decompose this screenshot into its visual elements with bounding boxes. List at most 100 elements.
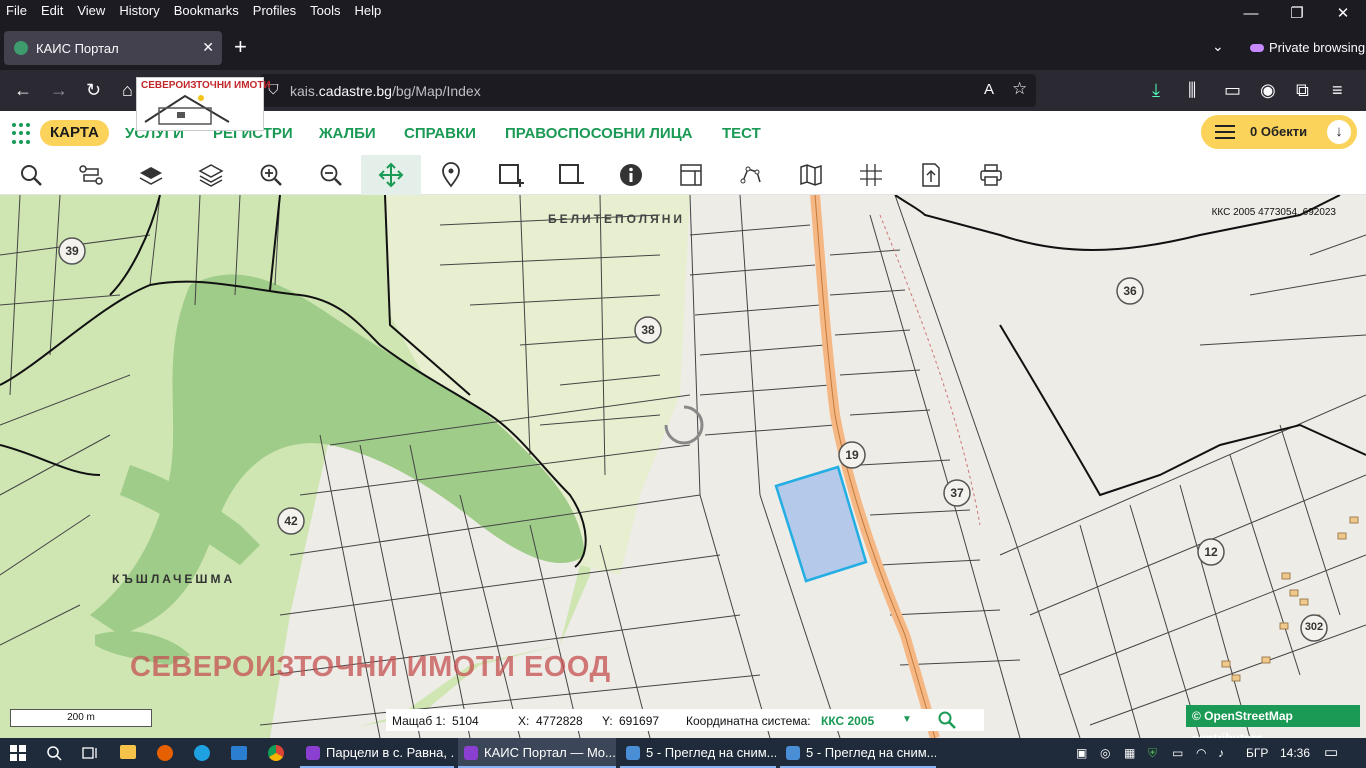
language-indicator[interactable]: БГР: [1246, 738, 1268, 768]
marker-tool[interactable]: [421, 155, 481, 195]
objects-button[interactable]: 0 Обекти ↓: [1201, 115, 1357, 149]
zone-label: 302: [1304, 621, 1324, 633]
zone-label: 19: [845, 448, 859, 462]
notification-icon[interactable]: ▭: [1324, 738, 1338, 768]
crs-dropdown-icon[interactable]: ▼: [902, 714, 912, 725]
menu-view[interactable]: View: [71, 0, 113, 22]
library-icon[interactable]: ⫼: [1188, 78, 1196, 102]
route-icon: [79, 165, 103, 185]
grid-tool[interactable]: [841, 155, 901, 195]
coordinates-readout: ККС 2005 4773054, 692023: [1211, 207, 1336, 218]
vpn-tray-icon[interactable]: ◎: [1100, 738, 1110, 768]
zone-label: 42: [284, 514, 298, 528]
search-taskbar-icon[interactable]: [46, 745, 62, 761]
menu-file[interactable]: File: [0, 0, 35, 22]
select-add-tool[interactable]: [481, 155, 541, 195]
edge-icon[interactable]: [194, 745, 210, 761]
firefox-icon[interactable]: [157, 745, 173, 761]
coordinate-search-icon[interactable]: [938, 711, 956, 732]
map-tool[interactable]: [781, 155, 841, 195]
zone-label: 39: [65, 244, 79, 258]
pan-tool[interactable]: [361, 155, 421, 195]
nav-zhalbi[interactable]: ЖАЛБИ: [319, 125, 376, 142]
base-layer-tool[interactable]: [121, 155, 181, 195]
taskbar-app-kais[interactable]: КАИС Портал — Mo...: [458, 738, 616, 768]
attribution[interactable]: © OpenStreetMap contributors.: [1186, 705, 1360, 738]
zone-label: 37: [950, 486, 964, 500]
star-icon[interactable]: ☆: [1012, 79, 1027, 99]
url-bar[interactable]: ⛉ kais.cadastre.bg/bg/Map/Index A ☆: [260, 74, 1036, 107]
close-tab-icon[interactable]: ✕: [202, 39, 214, 56]
road-edge: [814, 195, 936, 738]
home-icon[interactable]: ⌂: [122, 78, 133, 102]
windows-start-icon[interactable]: [10, 745, 26, 761]
mail-icon[interactable]: [231, 746, 247, 760]
app-tray-icon[interactable]: ▦: [1124, 738, 1135, 768]
menu-profiles[interactable]: Profiles: [247, 0, 304, 22]
select-remove-tool[interactable]: [541, 155, 601, 195]
nav-karta[interactable]: КАРТА: [40, 120, 109, 146]
zoom-out-icon: [320, 164, 342, 186]
measure-tool[interactable]: [661, 155, 721, 195]
layers-icon: [198, 164, 224, 187]
new-tab-icon[interactable]: +: [234, 36, 247, 58]
security-tray-icon[interactable]: ⛨: [1148, 738, 1157, 768]
chrome-icon[interactable]: [268, 745, 284, 761]
export-tool[interactable]: [901, 155, 961, 195]
reload-icon[interactable]: ↻: [86, 78, 101, 102]
back-icon[interactable]: ←: [14, 78, 32, 102]
account-icon[interactable]: ◉: [1260, 78, 1276, 102]
print-tool[interactable]: [961, 155, 1021, 195]
scale-value: 5104: [452, 714, 479, 728]
map-icon: [800, 164, 822, 186]
printer-icon: [980, 164, 1002, 186]
clock[interactable]: 14:36: [1280, 738, 1310, 768]
battery-tray-icon[interactable]: ▭: [1172, 738, 1183, 768]
info-icon: [620, 164, 642, 186]
translate-icon[interactable]: A: [984, 81, 994, 98]
chevron-down-icon[interactable]: ⌄: [1212, 38, 1224, 55]
nav-spravki[interactable]: СПРАВКИ: [404, 125, 476, 142]
menu-bookmarks[interactable]: Bookmarks: [168, 0, 247, 22]
grid-icon: [860, 164, 882, 186]
taskbar-app-parceli[interactable]: Парцели в с. Равна, ...: [300, 738, 454, 768]
place-name: БЕЛИТЕПОЛЯНИ: [548, 212, 686, 226]
hamburger-menu-icon[interactable]: ≡: [1332, 78, 1343, 102]
sidebar-icon[interactable]: ▭: [1224, 78, 1241, 102]
taskbar-app-preview-2[interactable]: 5 - Преглед на сним...: [780, 738, 936, 768]
forward-icon[interactable]: →: [50, 78, 68, 102]
file-explorer-icon[interactable]: [120, 745, 136, 759]
search-tool[interactable]: [1, 155, 61, 195]
minimize-button[interactable]: —: [1228, 0, 1274, 26]
close-window-button[interactable]: ✕: [1320, 0, 1366, 26]
zoom-in-tool[interactable]: [241, 155, 301, 195]
apps-grid-icon[interactable]: [12, 123, 34, 145]
zoom-out-tool[interactable]: [301, 155, 361, 195]
map-pin-icon: [442, 162, 460, 188]
nav-pravosposobni-lica[interactable]: ПРАВОСПОСОБНИ ЛИЦА: [505, 125, 693, 142]
wifi-tray-icon[interactable]: ◠: [1196, 738, 1206, 768]
download-icon[interactable]: ⤓: [1152, 78, 1160, 102]
crs-label: Координатна система:: [686, 714, 811, 728]
menu-edit[interactable]: Edit: [35, 0, 71, 22]
network-tray-icon[interactable]: ▣: [1076, 738, 1087, 768]
map-canvas[interactable]: 39 38 36 19 37 42 12 302 БЕЛИТЕПОЛЯНИ КЪ…: [0, 195, 1366, 738]
menu-tools[interactable]: Tools: [304, 0, 348, 22]
arrow-down-icon[interactable]: ↓: [1327, 120, 1351, 144]
nav-test[interactable]: ТЕСТ: [722, 125, 761, 142]
select-remove-icon: [559, 164, 584, 184]
restore-button[interactable]: ❐: [1274, 0, 1320, 26]
extensions-icon[interactable]: ⧉: [1296, 78, 1309, 102]
layers-tool[interactable]: [181, 155, 241, 195]
route-tool[interactable]: [61, 155, 121, 195]
menu-history[interactable]: History: [113, 0, 167, 22]
menu-help[interactable]: Help: [349, 0, 390, 22]
tab-kais[interactable]: КАИС Портал ✕: [4, 31, 222, 65]
task-view-icon[interactable]: [82, 745, 98, 761]
volume-tray-icon[interactable]: ♪: [1218, 738, 1224, 768]
y-value: 691697: [619, 714, 660, 728]
crs-select[interactable]: ККС 2005: [821, 714, 874, 728]
taskbar-app-preview-1[interactable]: 5 - Преглед на сним...: [620, 738, 776, 768]
info-tool[interactable]: [601, 155, 661, 195]
polyline-tool[interactable]: [721, 155, 781, 195]
